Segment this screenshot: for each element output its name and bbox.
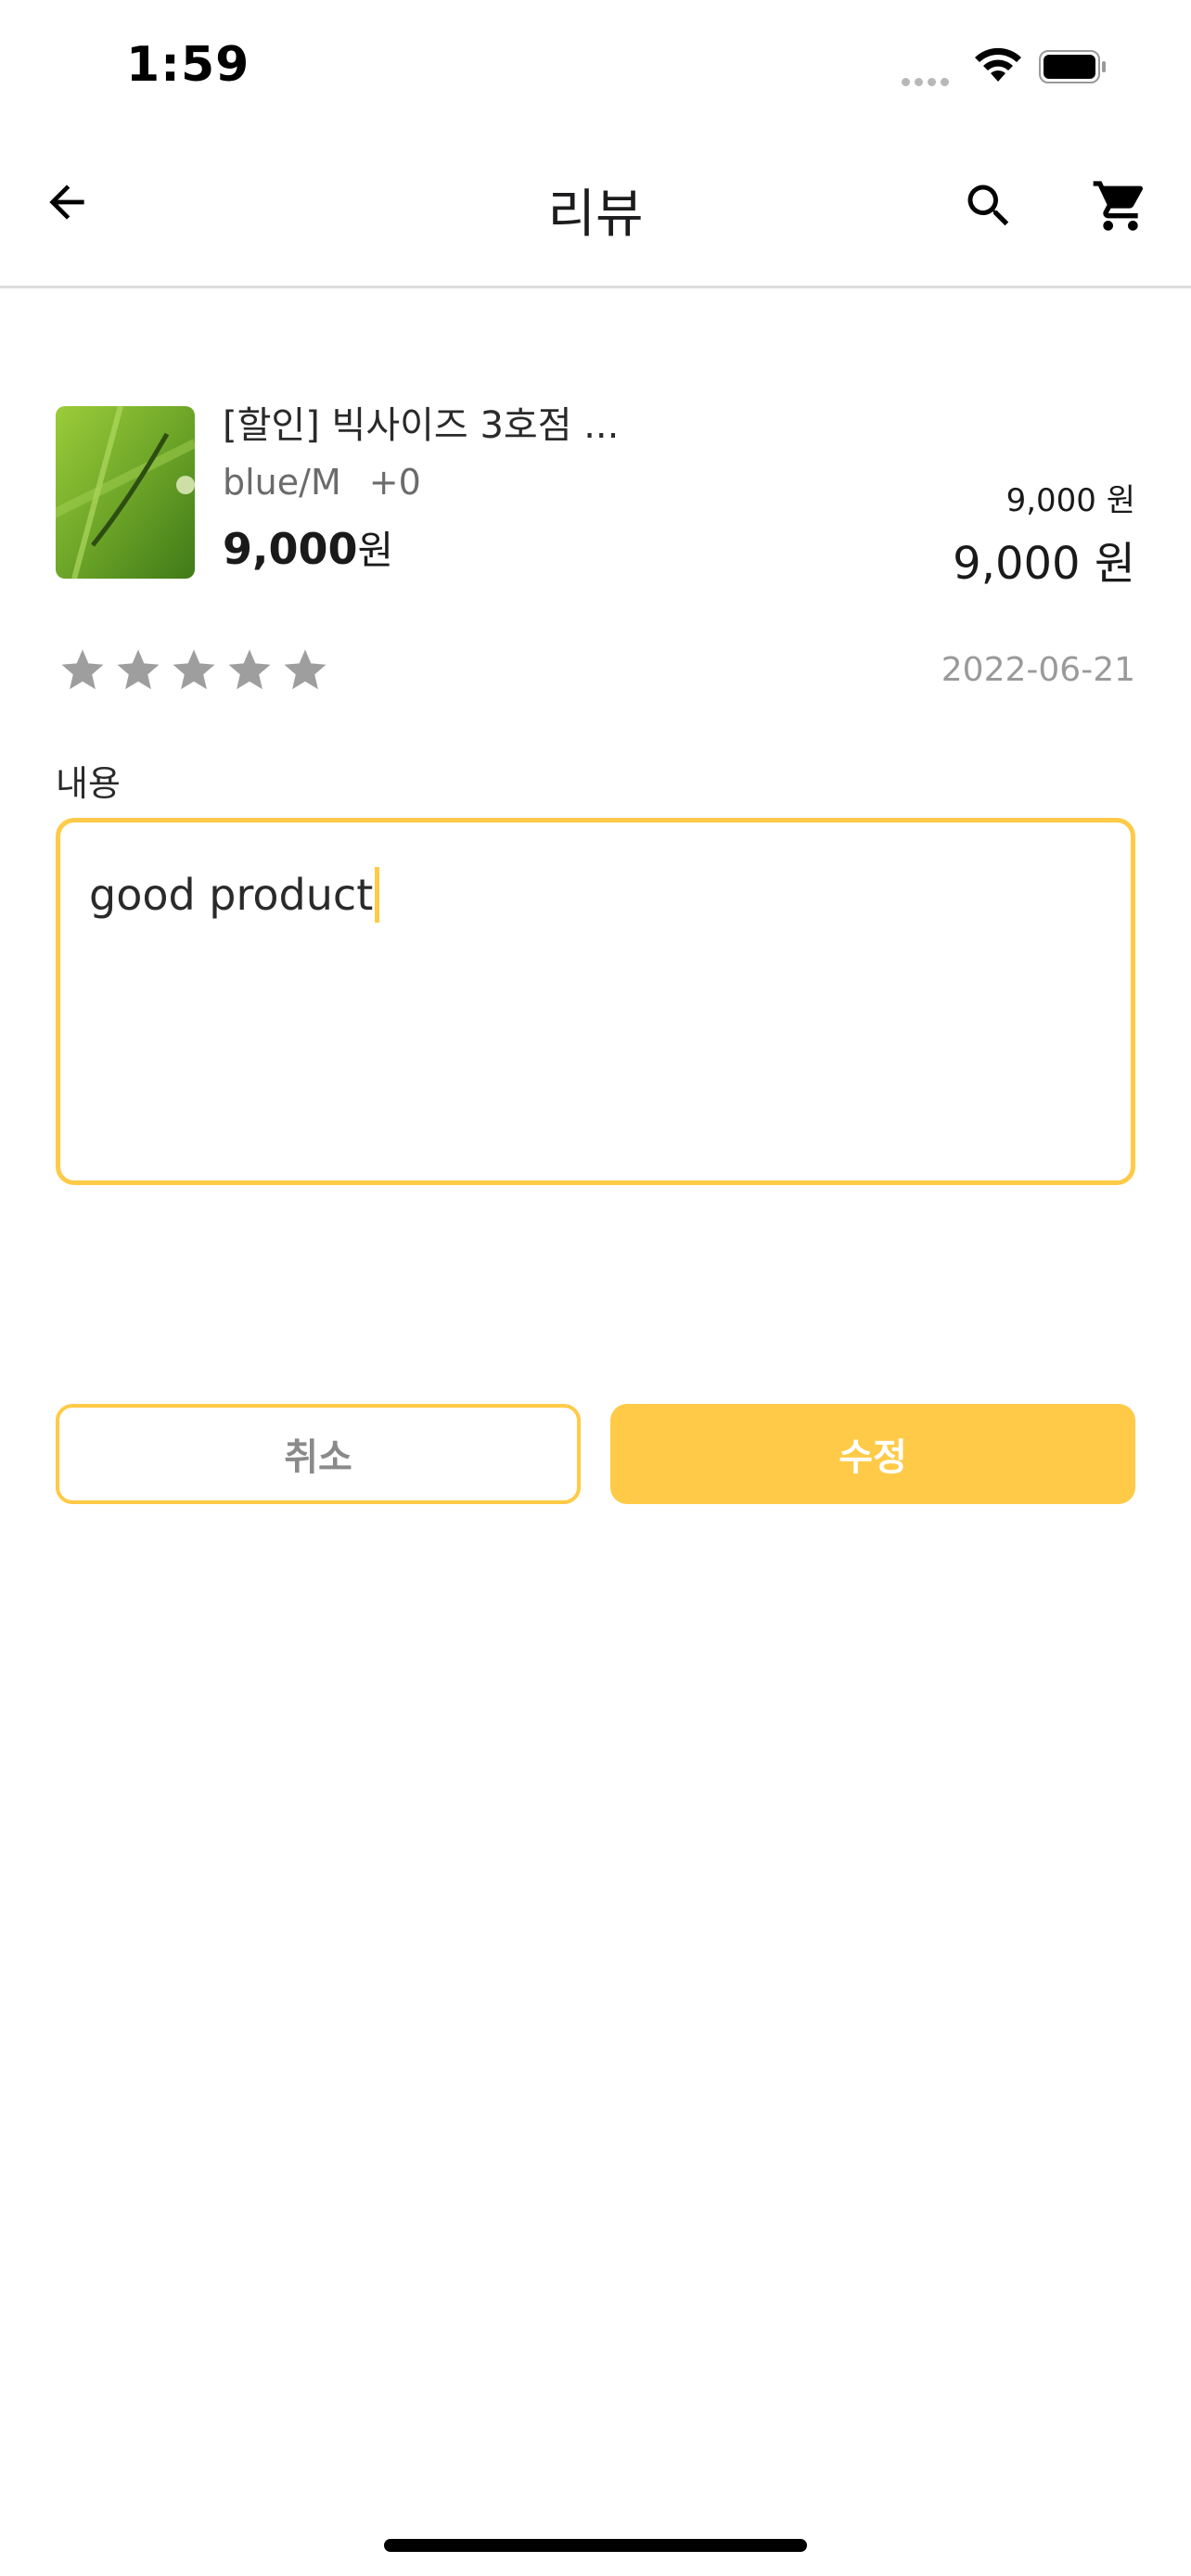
product-price-value: 9,000 <box>223 524 358 574</box>
product-option: blue/M +0 <box>223 462 421 503</box>
star-icon[interactable] <box>113 645 163 695</box>
star-icon[interactable] <box>169 645 219 695</box>
total-price: 9,000 원 <box>953 538 1135 590</box>
content-label: 내용 <box>56 763 121 804</box>
review-content-text[interactable]: good product <box>89 866 380 926</box>
status-time: 1:59 <box>126 37 250 93</box>
product-thumbnail <box>56 406 195 579</box>
cart-icon[interactable] <box>1091 176 1150 236</box>
wifi-icon <box>972 46 1024 87</box>
battery-icon <box>1039 50 1106 83</box>
star-rating[interactable] <box>58 645 330 695</box>
star-icon[interactable] <box>58 645 108 695</box>
product-option-value: blue/M <box>223 462 341 503</box>
product-price-unit: 원 <box>357 528 394 573</box>
home-indicator[interactable] <box>384 2539 807 2552</box>
signal-dots-icon <box>902 72 954 90</box>
review-date: 2022-06-21 <box>941 651 1135 689</box>
product-price: 9,000원 <box>223 519 393 576</box>
star-icon[interactable] <box>224 645 275 695</box>
unit-price: 9,000 원 <box>1005 482 1135 519</box>
header-divider <box>0 286 1191 288</box>
star-icon[interactable] <box>280 645 330 695</box>
product-name: [할인] 빅사이즈 3호점 ... <box>223 404 620 447</box>
product-option-extra: +0 <box>368 462 421 503</box>
review-content-value: good product <box>89 870 374 920</box>
edit-button[interactable]: 수정 <box>610 1404 1135 1504</box>
search-icon[interactable] <box>961 178 1017 234</box>
cancel-button[interactable]: 취소 <box>56 1404 581 1504</box>
text-cursor <box>375 866 380 923</box>
